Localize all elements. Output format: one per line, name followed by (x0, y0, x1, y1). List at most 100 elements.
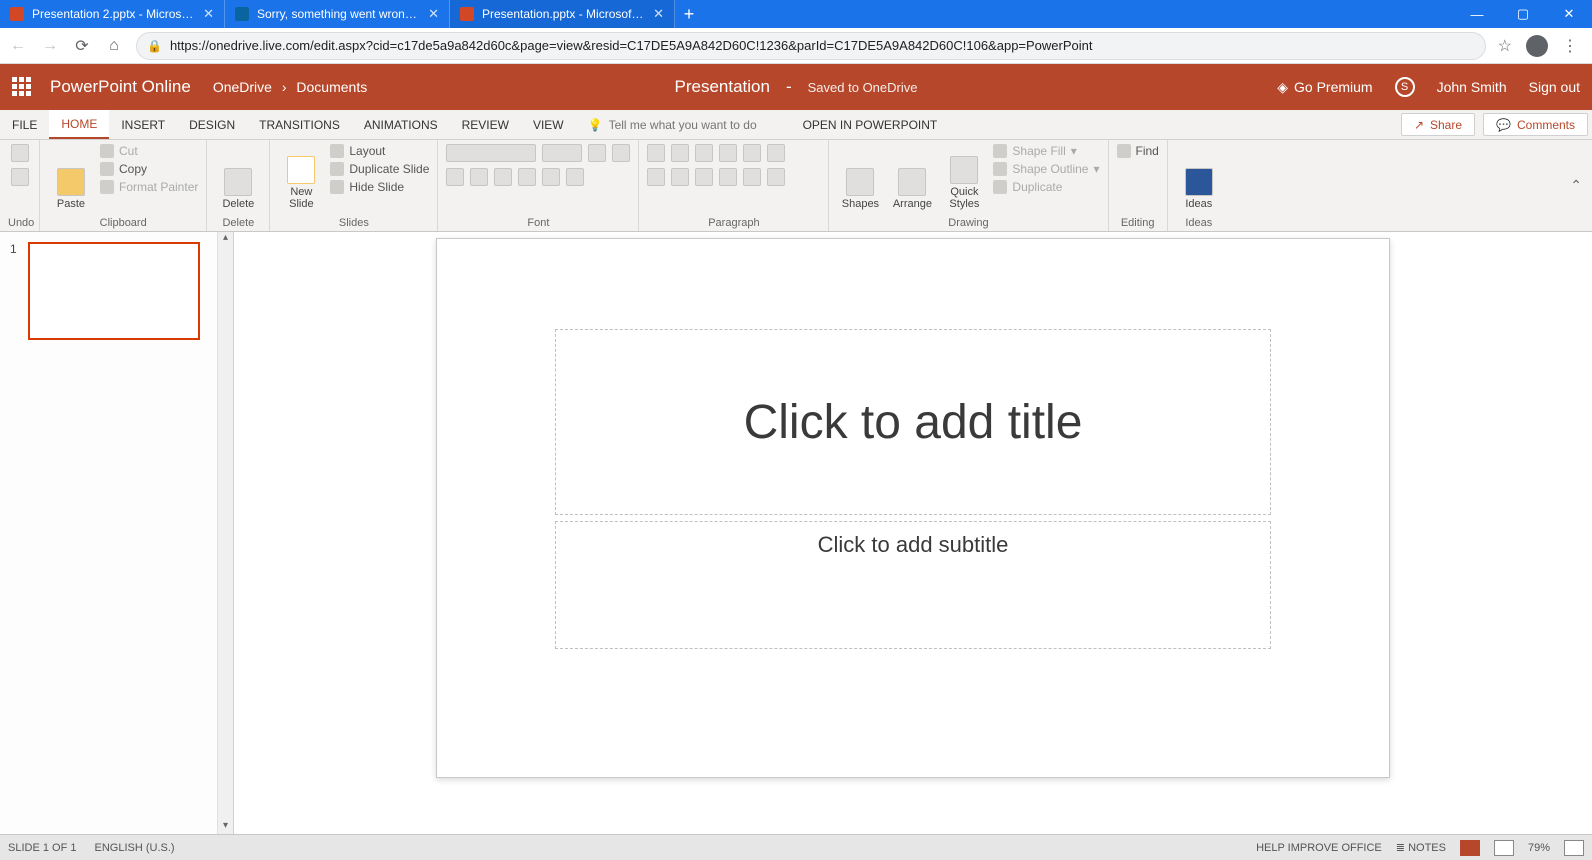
close-window-button[interactable]: ✕ (1546, 0, 1592, 28)
title-placeholder[interactable]: Click to add title (555, 329, 1271, 515)
share-button[interactable]: ↗ Share (1401, 113, 1475, 136)
minimize-button[interactable]: — (1454, 0, 1500, 28)
bold-icon[interactable] (446, 168, 464, 186)
subtitle-placeholder[interactable]: Click to add subtitle (555, 521, 1271, 649)
home-button[interactable]: ⌂ (104, 37, 124, 55)
back-button[interactable]: ← (8, 37, 28, 55)
tab-transitions[interactable]: TRANSITIONS (247, 110, 352, 139)
sign-out-link[interactable]: Sign out (1529, 79, 1580, 95)
shrink-font-icon[interactable] (612, 144, 630, 162)
delete-button[interactable]: Delete (215, 144, 261, 210)
thumbnail-scrollbar[interactable]: ▴ ▾ (217, 232, 233, 834)
hide-slide-button[interactable]: Hide Slide (330, 180, 429, 194)
font-size-dropdown[interactable] (542, 144, 582, 162)
bullets-icon[interactable] (647, 144, 665, 162)
tab-review[interactable]: REVIEW (450, 110, 521, 139)
rtl-icon[interactable] (767, 168, 785, 186)
tab-animations[interactable]: ANIMATIONS (352, 110, 450, 139)
shapes-button[interactable]: Shapes (837, 144, 883, 210)
app-launcher-icon[interactable] (12, 77, 32, 97)
grow-font-icon[interactable] (588, 144, 606, 162)
increase-indent-icon[interactable] (719, 144, 737, 162)
copy-button[interactable]: Copy (100, 162, 198, 176)
zoom-level[interactable]: 79% (1528, 842, 1550, 854)
duplicate-slide-button[interactable]: Duplicate Slide (330, 162, 429, 176)
align-right-icon[interactable] (695, 168, 713, 186)
duplicate-button[interactable]: Duplicate (993, 180, 1099, 194)
align-center-icon[interactable] (671, 168, 689, 186)
scroll-down-icon[interactable]: ▾ (218, 820, 233, 834)
text-direction-icon[interactable] (767, 144, 785, 162)
open-in-powerpoint-button[interactable]: OPEN IN POWERPOINT (791, 110, 950, 139)
justify-icon[interactable] (719, 168, 737, 186)
slideshow-view-icon[interactable] (1494, 840, 1514, 856)
format-painter-button[interactable]: Format Painter (100, 180, 198, 194)
ideas-button[interactable]: Ideas (1176, 144, 1222, 210)
redo-icon[interactable] (11, 168, 29, 186)
menu-icon[interactable]: ⋮ (1562, 36, 1578, 56)
layout-button[interactable]: Layout (330, 144, 429, 158)
browser-tab[interactable]: Presentation 2.pptx - Microsoft P ✕ (0, 0, 225, 28)
tab-design[interactable]: DESIGN (177, 110, 247, 139)
numbering-icon[interactable] (671, 144, 689, 162)
decrease-indent-icon[interactable] (695, 144, 713, 162)
language-status[interactable]: ENGLISH (U.S.) (94, 842, 174, 854)
line-spacing-icon[interactable] (743, 144, 761, 162)
fit-to-window-icon[interactable] (1564, 840, 1584, 856)
app-name[interactable]: PowerPoint Online (50, 77, 191, 97)
new-tab-button[interactable]: + (675, 0, 703, 28)
crumb-onedrive[interactable]: OneDrive (213, 79, 272, 95)
close-icon[interactable]: ✕ (203, 6, 214, 22)
strikethrough-icon[interactable] (518, 168, 536, 186)
paste-button[interactable]: Paste (48, 144, 94, 210)
help-improve-link[interactable]: HELP IMPROVE OFFICE (1256, 842, 1382, 854)
font-color-icon[interactable] (542, 168, 560, 186)
align-left-icon[interactable] (647, 168, 665, 186)
normal-view-icon[interactable] (1460, 840, 1480, 856)
notes-button[interactable]: ≣ NOTES (1396, 841, 1446, 854)
slide[interactable]: Click to add title Click to add subtitle (436, 238, 1390, 778)
tab-view[interactable]: VIEW (521, 110, 576, 139)
browser-tab-active[interactable]: Presentation.pptx - Microsoft Po ✕ (450, 0, 675, 28)
scroll-up-icon[interactable]: ▴ (218, 232, 233, 246)
reload-button[interactable]: ⟳ (72, 36, 92, 56)
address-bar[interactable]: 🔒 https://onedrive.live.com/edit.aspx?ci… (136, 32, 1486, 60)
quick-styles-button[interactable]: Quick Styles (941, 144, 987, 210)
shape-outline-button[interactable]: Shape Outline▾ (993, 162, 1099, 176)
forward-button[interactable]: → (40, 37, 60, 55)
shape-fill-button[interactable]: Shape Fill▾ (993, 144, 1099, 158)
slide-count[interactable]: SLIDE 1 OF 1 (8, 842, 76, 854)
quick-styles-label: Quick Styles (941, 186, 987, 210)
find-button[interactable]: Find (1117, 144, 1159, 158)
ltr-icon[interactable] (743, 168, 761, 186)
tab-insert[interactable]: INSERT (109, 110, 177, 139)
star-icon[interactable]: ☆ (1498, 36, 1512, 56)
document-title[interactable]: Presentation (675, 77, 770, 97)
arrange-button[interactable]: Arrange (889, 144, 935, 210)
slide-thumbnail[interactable] (28, 242, 200, 340)
user-name[interactable]: John Smith (1437, 79, 1507, 95)
close-icon[interactable]: ✕ (653, 6, 664, 22)
undo-icon[interactable] (11, 144, 29, 162)
profile-icon[interactable] (1526, 35, 1548, 57)
slide-canvas-area[interactable]: Click to add title Click to add subtitle (234, 232, 1592, 834)
highlight-icon[interactable] (566, 168, 584, 186)
browser-tab[interactable]: Sorry, something went wrong - O ✕ (225, 0, 450, 28)
tab-file[interactable]: FILE (0, 110, 49, 139)
close-icon[interactable]: ✕ (428, 6, 439, 22)
paste-icon (57, 168, 85, 196)
new-slide-button[interactable]: New Slide (278, 144, 324, 210)
maximize-button[interactable]: ▢ (1500, 0, 1546, 28)
tab-home[interactable]: HOME (49, 110, 109, 139)
underline-icon[interactable] (494, 168, 512, 186)
crumb-documents[interactable]: Documents (296, 79, 367, 95)
collapse-ribbon-button[interactable]: ⌃ (1560, 177, 1592, 194)
go-premium-button[interactable]: ◈ Go Premium (1277, 79, 1372, 96)
tell-me-input[interactable] (609, 118, 779, 132)
skype-icon[interactable]: S (1395, 77, 1415, 97)
comments-button[interactable]: 💬 Comments (1483, 113, 1588, 136)
font-name-dropdown[interactable] (446, 144, 536, 162)
italic-icon[interactable] (470, 168, 488, 186)
tell-me-search[interactable]: 💡 (576, 110, 791, 139)
cut-button[interactable]: Cut (100, 144, 198, 158)
